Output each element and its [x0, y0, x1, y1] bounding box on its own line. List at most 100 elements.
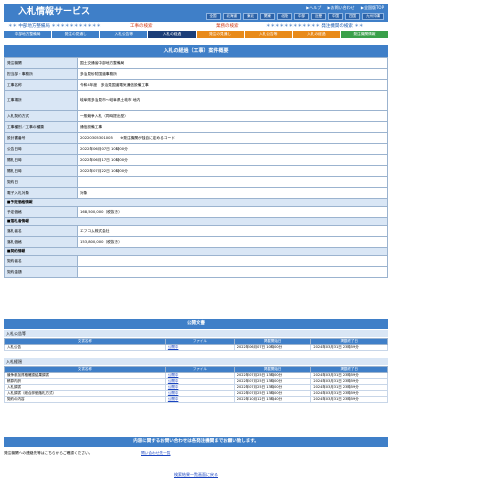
detail-row: 工事名称 令和4年度 多治見国道電気通信設備工事	[4, 79, 388, 91]
detail-row: 開札日時 2022年07月22日 10時00分	[4, 165, 388, 177]
detail-label: 発注機関	[4, 57, 78, 69]
detail-label: 予定価格	[4, 206, 78, 218]
section-header: ■落札者情報	[4, 217, 388, 226]
region-selector: 全国 北海道 東北 関東 北陸 中部 近畿 中国 四国 九州沖縄	[205, 13, 384, 20]
detail-row: 電子入札対象 対象	[4, 187, 388, 199]
detail-label: 契約日	[4, 176, 78, 188]
national-top-link[interactable]: ▶全国版TOP	[361, 5, 384, 10]
detail-value: 対象	[77, 187, 388, 199]
detail-row: 公告日時 2022年06月07日 10時00分	[4, 143, 388, 155]
detail-label: 契約金額	[4, 266, 78, 278]
doc-start: 2022年06月07日 10時00分	[233, 344, 312, 351]
detail-value: 一般競争入札（同時提出型）	[77, 110, 388, 122]
detail-label: 電子入札対象	[4, 187, 78, 199]
help-link[interactable]: ▶ヘルプ	[306, 5, 321, 10]
region-link[interactable]: 中国	[328, 13, 343, 20]
detail-row: 落札者名 エフコム株式会社	[4, 225, 388, 237]
public-docs-title: 公開文書	[4, 319, 388, 329]
tab-work-outlook[interactable]: 発注の見通し	[52, 31, 100, 38]
tab-work-process[interactable]: 入札の経過	[148, 31, 196, 38]
contact-link[interactable]: ▶お問い合わせ	[328, 5, 355, 10]
region-link[interactable]: 中部	[294, 13, 309, 20]
detail-row: 入札契約方式 一般競争入札（同時提出型）	[4, 110, 388, 122]
contract-value	[77, 255, 388, 267]
doc-end: 2024年03月31日 23時59分	[310, 396, 388, 403]
region-link[interactable]: 関東	[260, 13, 275, 20]
contact-list-link[interactable]: 問い合わせ先一覧	[141, 449, 171, 458]
contract-section-title: ■契約情報	[4, 247, 388, 256]
detail-value: 20220305301005 ※発注機関が独自に定めるコード	[77, 132, 388, 144]
detail-row: 契約者名	[4, 255, 388, 267]
table-row: 契約の内容 公開中 2022年10月12日 13時40分 2024年03月31日 23…	[4, 396, 388, 403]
detail-label: 公告日時	[4, 143, 78, 155]
region-link[interactable]: 全国	[205, 13, 221, 20]
detail-label: 開札日時	[4, 165, 78, 177]
detail-row: 設計書番号 20220305301005 ※発注機関が独自に定めるコード	[4, 132, 388, 144]
region-link[interactable]: 九州沖縄	[362, 13, 384, 20]
tab-service-process[interactable]: 入札の経過	[292, 31, 340, 38]
section-header: ■契約情報	[4, 247, 388, 256]
tab-agency-info[interactable]: 発注機関情報	[340, 31, 388, 38]
back-to-results-link[interactable]: 検索結果一覧画面に戻る	[0, 472, 392, 478]
detail-label: 工事種別／工事の種類	[4, 121, 78, 133]
contract-value	[77, 266, 388, 278]
estimate-value: 168,500,000（税抜き）	[77, 206, 388, 218]
detail-row: 工事場所 岐阜県多治見市～岐阜県土岐市 地内	[4, 90, 388, 111]
detail-label: 入札契約方式	[4, 110, 78, 122]
region-link[interactable]: 四国	[345, 13, 360, 20]
region-office-title: ＊＊ 中部地方整備局 ＊＊＊＊＊＊＊＊＊＊＊	[8, 24, 101, 29]
project-detail-table: 発注機関 国土交通省中部地方整備局 担当部・事務所 多治見砂防国道事務所 工事名称令…	[4, 57, 388, 278]
process-docs-label: 入札経過	[4, 358, 388, 365]
tab-work-notices[interactable]: 入札公告等	[100, 31, 148, 38]
detail-label: 工事名称	[4, 79, 78, 91]
section-header: ■予定価格情報	[4, 198, 388, 207]
detail-label: 担当部・事務所	[4, 68, 78, 80]
tab-service-notices[interactable]: 入札公告等	[244, 31, 292, 38]
estimate-section-title: ■予定価格情報	[4, 198, 388, 207]
detail-row: 開札日時 2022年06月17日 10時00分	[4, 154, 388, 166]
detail-row: 発注機関 国土交通省中部地方整備局	[4, 57, 388, 69]
detail-label: 落札価格	[4, 236, 78, 248]
doc-end: 2024年03月31日 23時59分	[310, 344, 388, 351]
contact-label: 発注機関への連絡先等はこちらからご確認ください。	[4, 451, 93, 455]
notice-docs-table: 文書名称 ファイル 掲載開始日 掲載終了日 入札公告 公開中 2022年06月0…	[4, 338, 388, 351]
detail-row: 落札価格 153,800,000（税抜き）	[4, 236, 388, 248]
detail-label: 開札日時	[4, 154, 78, 166]
detail-label: 落札者名	[4, 225, 78, 237]
detail-label: 工事場所	[4, 90, 78, 111]
agency-search-link[interactable]: ＊＊＊＊＊＊＊＊＊＊＊＊ 発注機関の検索 ＊＊	[266, 23, 363, 29]
region-link[interactable]: 北海道	[222, 13, 241, 20]
doc-file-link[interactable]: 公開中	[164, 396, 235, 403]
work-search-link[interactable]: 工事の検索	[130, 23, 153, 29]
detail-row: 工事種別／工事の種類 通信設備工事	[4, 121, 388, 133]
page-title: 入札の経過（工事）案件概要	[4, 45, 388, 57]
winner-amount: 153,800,000（税抜き）	[77, 236, 388, 248]
process-docs-table: 文書名称 ファイル 掲載開始日 掲載終了日 競争参加資格確認結果調書 公開中 202…	[4, 366, 388, 403]
detail-value: 国土交通省中部地方整備局	[77, 57, 388, 69]
detail-row: 予定価格 168,500,000（税抜き）	[4, 206, 388, 218]
detail-value: 岐阜県多治見市～岐阜県土岐市 地内	[77, 90, 388, 111]
tab-service-outlook[interactable]: 発注の見通し	[196, 31, 244, 38]
detail-row: 担当部・事務所 多治見砂防国道事務所	[4, 68, 388, 80]
site-header: 入札情報サービス ▶ヘルプ ▶お問い合わせ ▶全国版TOP 全国 北海道 東北 …	[4, 4, 388, 22]
site-logo[interactable]: 入札情報サービス	[18, 6, 90, 18]
detail-value: 令和4年度 多治見国道電気通信設備工事	[77, 79, 388, 91]
winner-section-title: ■落札者情報	[4, 217, 388, 226]
contact-title: 内容に関するお問い合わせは各発注機関までお願い致します。	[4, 437, 388, 447]
service-search-link[interactable]: 業務の検索	[216, 23, 239, 29]
winner-name: エフコム株式会社	[77, 225, 388, 237]
detail-value: 2022年06月17日 10時00分	[77, 154, 388, 166]
region-link[interactable]: 近畿	[311, 13, 326, 20]
contact-row: 発注機関への連絡先等はこちらからご確認ください。 問い合わせ先一覧	[4, 449, 388, 458]
detail-row: 契約日	[4, 176, 388, 188]
detail-value: 2022年07月22日 10時00分	[77, 165, 388, 177]
top-links: ▶ヘルプ ▶お問い合わせ ▶全国版TOP	[301, 5, 384, 11]
region-link[interactable]: 東北	[243, 13, 258, 20]
detail-value: 2022年06月07日 10時00分	[77, 143, 388, 155]
doc-start: 2022年10月12日 13時40分	[233, 396, 312, 403]
region-link[interactable]: 北陸	[277, 13, 292, 20]
doc-file-link[interactable]: 公開中	[164, 344, 235, 351]
tab-office[interactable]: 中部地方整備局	[4, 31, 52, 38]
detail-row: 契約金額	[4, 266, 388, 278]
detail-value: 多治見砂防国道事務所	[77, 68, 388, 80]
